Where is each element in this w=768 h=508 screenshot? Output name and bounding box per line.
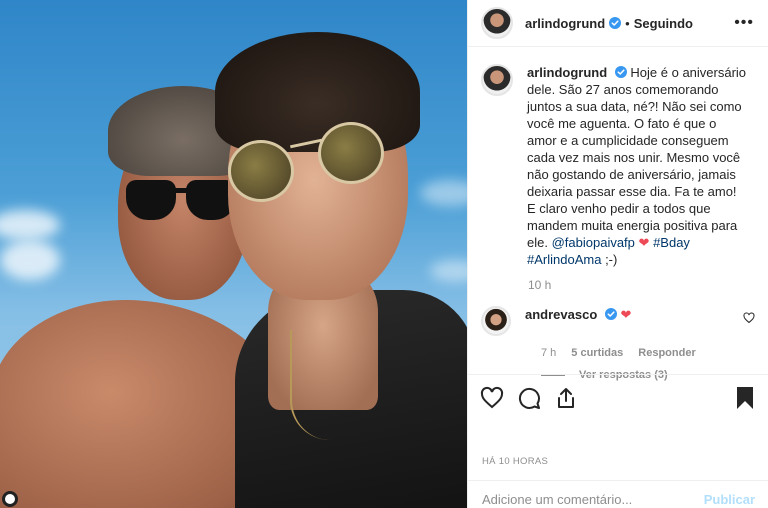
mention-link[interactable]: @fabiopaivafp <box>552 235 635 250</box>
round-gold-sunglasses <box>228 122 390 202</box>
add-comment-bar: Publicar <box>468 480 768 508</box>
verified-badge-icon <box>614 66 627 78</box>
dark-sunglasses <box>126 180 238 222</box>
caption-author-avatar[interactable] <box>481 64 513 96</box>
post-header: arlindogrund • Seguindo ••• <box>468 0 768 47</box>
verified-badge-icon <box>604 308 617 320</box>
caption-body: Hoje é o aniversário dele. São 27 anos c… <box>527 65 747 250</box>
like-icon[interactable] <box>480 386 504 410</box>
comment-timestamp[interactable]: 7 h <box>541 347 556 359</box>
share-icon[interactable] <box>554 386 578 410</box>
necklace <box>290 330 350 440</box>
post-photo[interactable] <box>0 0 467 508</box>
reply-button[interactable]: Responder <box>638 347 695 359</box>
separator-dot: • <box>625 15 630 31</box>
comment-text: andrevasco ❤ <box>525 306 725 323</box>
hashtag-link[interactable]: #Bday <box>653 235 690 250</box>
heart-emoji-icon: ❤ <box>620 307 632 322</box>
heart-emoji-icon: ❤ <box>638 235 650 250</box>
post-side-panel: arlindogrund • Seguindo ••• arlindogrund… <box>467 0 768 508</box>
post-actions <box>468 374 768 420</box>
comment-icon[interactable] <box>517 386 541 410</box>
commenter-avatar[interactable] <box>481 306 511 336</box>
comment-meta: 7 h 5 curtidas Responder <box>541 347 755 359</box>
hashtag-link[interactable]: #ArlindoAma <box>527 252 601 267</box>
verified-badge-icon <box>609 17 622 29</box>
commenter-username[interactable]: andrevasco <box>525 307 597 322</box>
small-like-icon[interactable] <box>743 312 755 324</box>
publish-button[interactable]: Publicar <box>704 492 755 507</box>
bookmark-icon[interactable] <box>733 386 757 410</box>
caption-text: arlindogrund Hoje é o aniversário dele. … <box>527 64 747 268</box>
comment-item: andrevasco ❤ <box>481 306 755 336</box>
cloud <box>0 210 60 240</box>
author-username[interactable]: arlindogrund <box>525 16 605 31</box>
cloud <box>420 180 467 206</box>
caption-timestamp[interactable]: 10 h <box>528 278 755 292</box>
post-timestamp[interactable]: HÁ 10 HORAS <box>482 456 548 467</box>
cloud <box>430 260 467 282</box>
comments-section: arlindogrund Hoje é o aniversário dele. … <box>468 48 768 381</box>
comment-likes[interactable]: 5 curtidas <box>571 347 623 359</box>
emoticon: ;-) <box>605 252 618 267</box>
caption-username[interactable]: arlindogrund <box>527 65 607 80</box>
following-button[interactable]: Seguindo <box>634 16 693 31</box>
author-avatar[interactable] <box>481 7 513 39</box>
cloud <box>0 240 60 280</box>
caption: arlindogrund Hoje é o aniversário dele. … <box>481 64 755 268</box>
ring-icon <box>2 491 18 507</box>
comment-input[interactable] <box>482 492 696 507</box>
more-options-icon[interactable]: ••• <box>734 14 754 32</box>
